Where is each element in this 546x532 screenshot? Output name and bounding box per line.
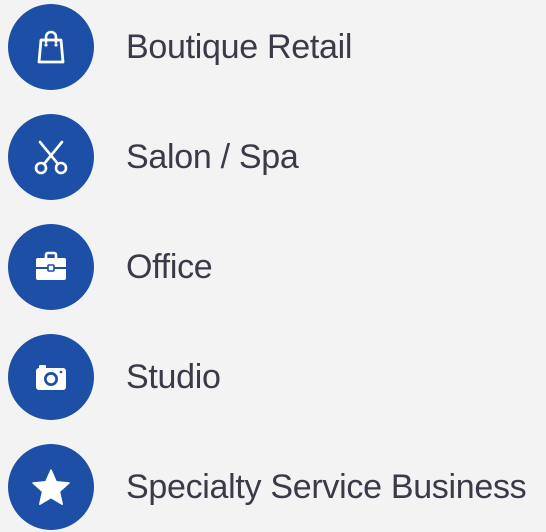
list-item-boutique-retail[interactable]: Boutique Retail <box>0 2 546 92</box>
list-item-label: Salon / Spa <box>126 137 299 176</box>
list-item-label: Specialty Service Business <box>126 467 527 506</box>
list-item-salon-spa[interactable]: Salon / Spa <box>0 112 546 202</box>
business-type-list: Boutique Retail Salon / Spa Office Studi… <box>0 0 546 530</box>
list-item-studio[interactable]: Studio <box>0 332 546 422</box>
list-item-office[interactable]: Office <box>0 222 546 312</box>
scissors-icon <box>8 114 94 200</box>
list-item-specialty-service-business[interactable]: Specialty Service Business <box>0 442 546 532</box>
star-icon <box>8 444 94 530</box>
briefcase-icon <box>8 224 94 310</box>
list-item-label: Boutique Retail <box>126 27 353 66</box>
list-item-label: Office <box>126 247 213 286</box>
camera-icon <box>8 334 94 420</box>
list-item-label: Studio <box>126 357 221 396</box>
shopping-bag-icon <box>8 4 94 90</box>
